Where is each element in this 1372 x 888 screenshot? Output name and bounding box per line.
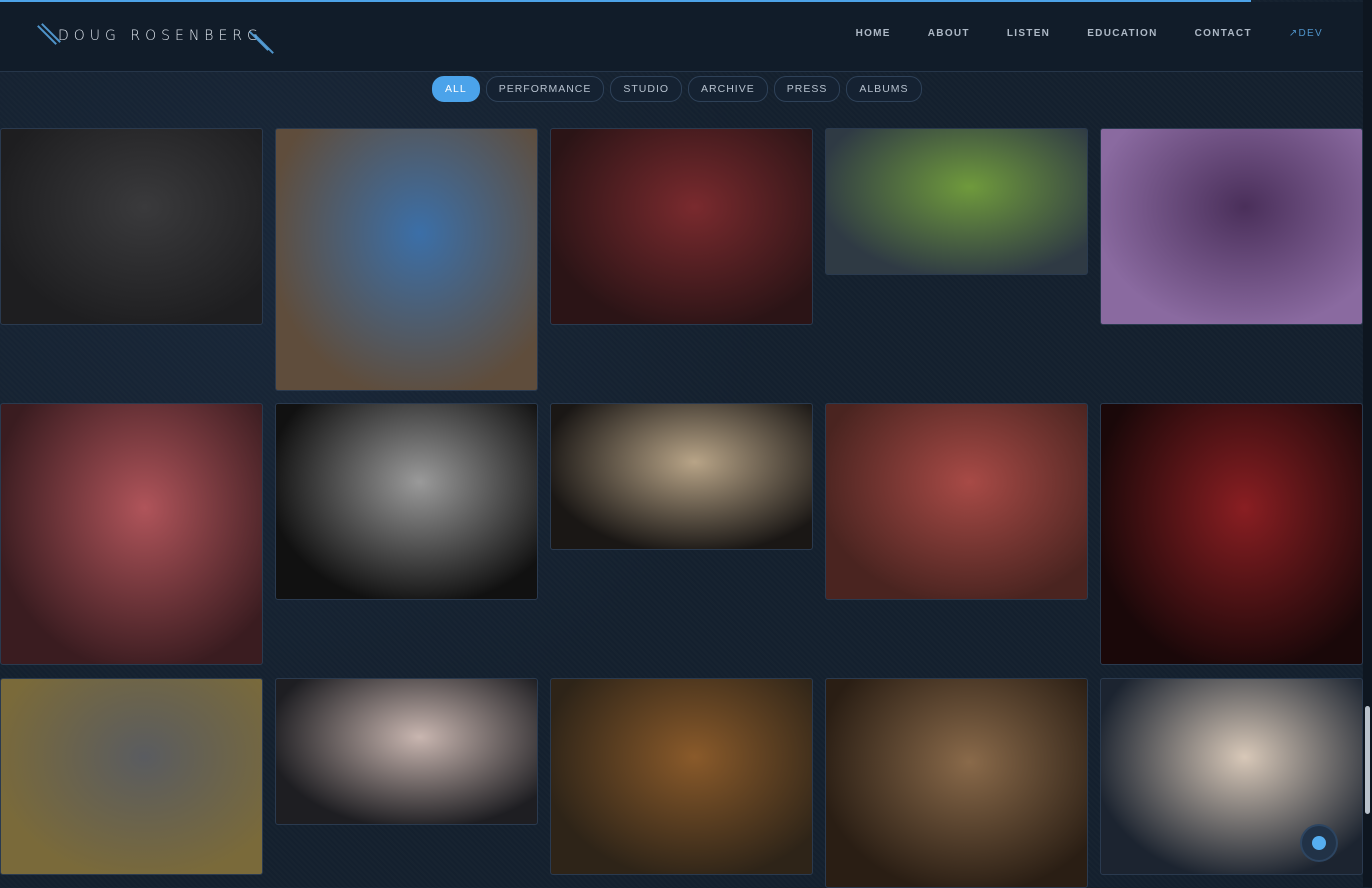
gallery-photo[interactable] xyxy=(1100,403,1363,665)
nav-education[interactable]: EDUCATION xyxy=(1087,28,1157,39)
filter-all[interactable]: ALL xyxy=(432,76,480,102)
gallery-photo[interactable] xyxy=(825,678,1088,888)
gallery-photo[interactable] xyxy=(0,678,263,875)
gallery-filter-bar: ALL PERFORMANCE STUDIO ARCHIVE PRESS ALB… xyxy=(432,76,922,102)
logo-slash-right-icon xyxy=(254,34,274,54)
scrollbar-thumb[interactable] xyxy=(1365,706,1370,814)
gallery-photo[interactable] xyxy=(275,403,538,600)
main-nav: HOME ABOUT LISTEN EDUCATION CONTACT ↗DEV xyxy=(819,28,1323,39)
gallery-photo[interactable] xyxy=(0,128,263,325)
nav-listen[interactable]: LISTEN xyxy=(1007,28,1050,39)
gallery-photo[interactable] xyxy=(550,678,813,875)
gallery-photo[interactable] xyxy=(825,128,1088,275)
filter-studio[interactable]: STUDIO xyxy=(610,76,683,102)
site-name: DOUG ROSENBERG xyxy=(58,28,263,44)
nav-contact[interactable]: CONTACT xyxy=(1195,28,1252,39)
filter-press[interactable]: PRESS xyxy=(773,76,841,102)
gallery-photo[interactable] xyxy=(275,128,538,391)
gallery-photo[interactable] xyxy=(1100,128,1363,325)
floating-action-button[interactable] xyxy=(1302,826,1336,860)
nav-dev[interactable]: ↗DEV xyxy=(1289,28,1323,39)
gallery-photo[interactable] xyxy=(550,403,813,550)
filter-archive[interactable]: ARCHIVE xyxy=(688,76,768,102)
page-scrollbar[interactable] xyxy=(1363,0,1372,887)
fab-dot-icon xyxy=(1312,836,1326,850)
site-header: DOUG ROSENBERG HOME ABOUT LISTEN EDUCATI… xyxy=(0,2,1363,72)
gallery-photo[interactable] xyxy=(0,403,263,665)
nav-about[interactable]: ABOUT xyxy=(928,28,970,39)
gallery-photo[interactable] xyxy=(825,403,1088,600)
gallery-photo[interactable] xyxy=(275,678,538,825)
nav-home[interactable]: HOME xyxy=(856,28,891,39)
filter-albums[interactable]: ALBUMS xyxy=(846,76,922,102)
gallery-photo[interactable] xyxy=(550,128,813,325)
filter-performance[interactable]: PERFORMANCE xyxy=(485,76,605,102)
